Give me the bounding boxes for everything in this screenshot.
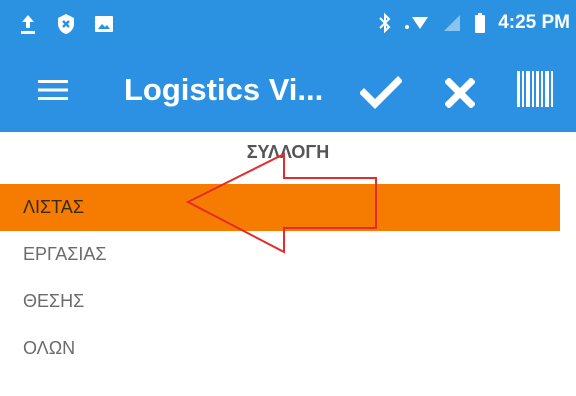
list-item-positions[interactable]: ΘΕΣΗΣ bbox=[0, 278, 560, 325]
status-time: 4:25 PM bbox=[498, 12, 570, 33]
upload-icon bbox=[18, 13, 38, 35]
check-icon[interactable] bbox=[359, 76, 403, 115]
bluetooth-icon bbox=[378, 12, 392, 34]
shield-icon bbox=[56, 13, 76, 35]
list-item-all[interactable]: ΟΛΩΝ bbox=[0, 325, 560, 372]
status-bar-system: 4:25 PM bbox=[378, 12, 570, 34]
wifi-icon bbox=[404, 13, 430, 33]
image-icon bbox=[94, 14, 114, 34]
status-bar-notifications bbox=[18, 13, 132, 35]
close-icon[interactable] bbox=[444, 77, 476, 113]
annotation-arrow bbox=[185, 152, 377, 254]
battery-icon bbox=[474, 12, 486, 34]
app-title: Logistics Vi... bbox=[124, 72, 324, 107]
signal-icon bbox=[442, 13, 462, 33]
app-bar: Logistics Vi... bbox=[0, 50, 576, 132]
barcode-icon[interactable] bbox=[517, 69, 553, 114]
menu-icon[interactable] bbox=[38, 79, 68, 106]
status-bar: 4:25 PM bbox=[0, 0, 576, 50]
